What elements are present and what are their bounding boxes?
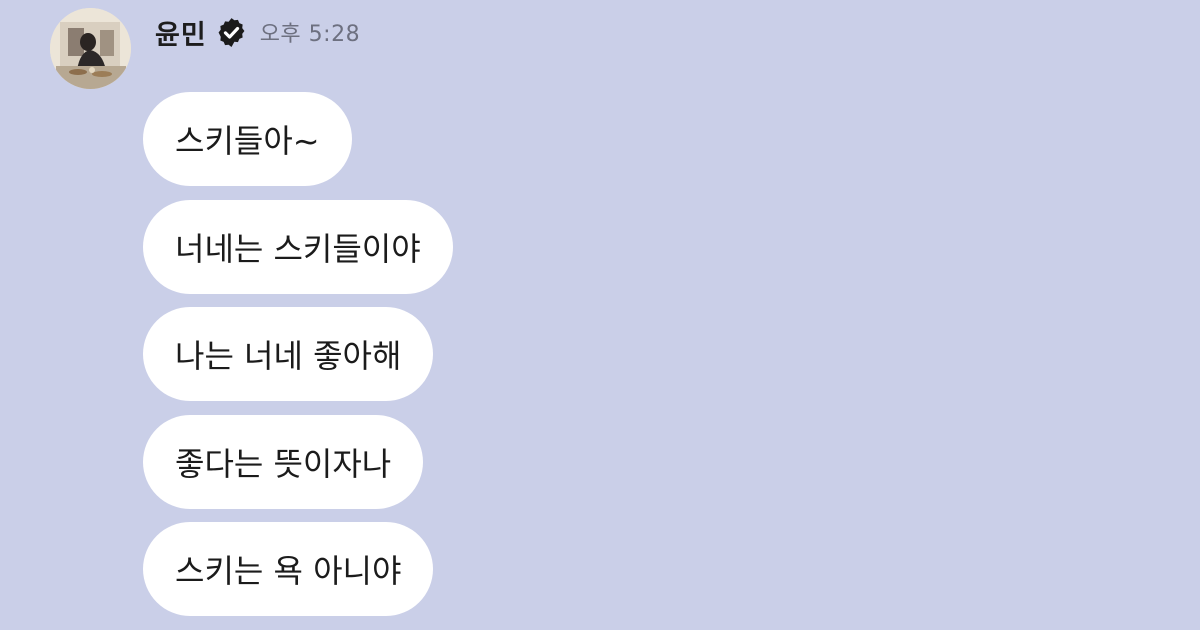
avatar[interactable] (50, 8, 131, 89)
message-bubble[interactable]: 스키는 욕 아니야 (143, 522, 434, 616)
message-bubble[interactable]: 좋다는 뜻이자나 (143, 414, 424, 509)
message-text: 너네는 스키들이야 (175, 229, 421, 268)
message-bubble[interactable]: 나는 너네 좋아해 (143, 307, 434, 401)
sender-name[interactable]: 윤민 (155, 13, 207, 52)
verified-badge-icon (215, 16, 248, 49)
message-bubble[interactable]: 너네는 스키들이야 (143, 199, 453, 294)
message-bubble[interactable]: 스키들아~ (143, 92, 352, 186)
message-text: 나는 너네 좋아해 (175, 337, 402, 375)
message-list: 스키들아~ 너네는 스키들이야 나는 너네 좋아해 좋다는 뜻이자나 스키는 욕… (143, 92, 453, 630)
message-text: 스키는 욕 아니야 (175, 552, 402, 590)
message-timestamp: 오후 5:28 (259, 22, 361, 47)
profile-photo (50, 8, 131, 89)
message-text: 스키들아~ (175, 122, 320, 160)
message-text: 좋다는 뜻이자나 (175, 444, 392, 483)
message-header: 윤민 오후 5:28 (155, 12, 360, 52)
